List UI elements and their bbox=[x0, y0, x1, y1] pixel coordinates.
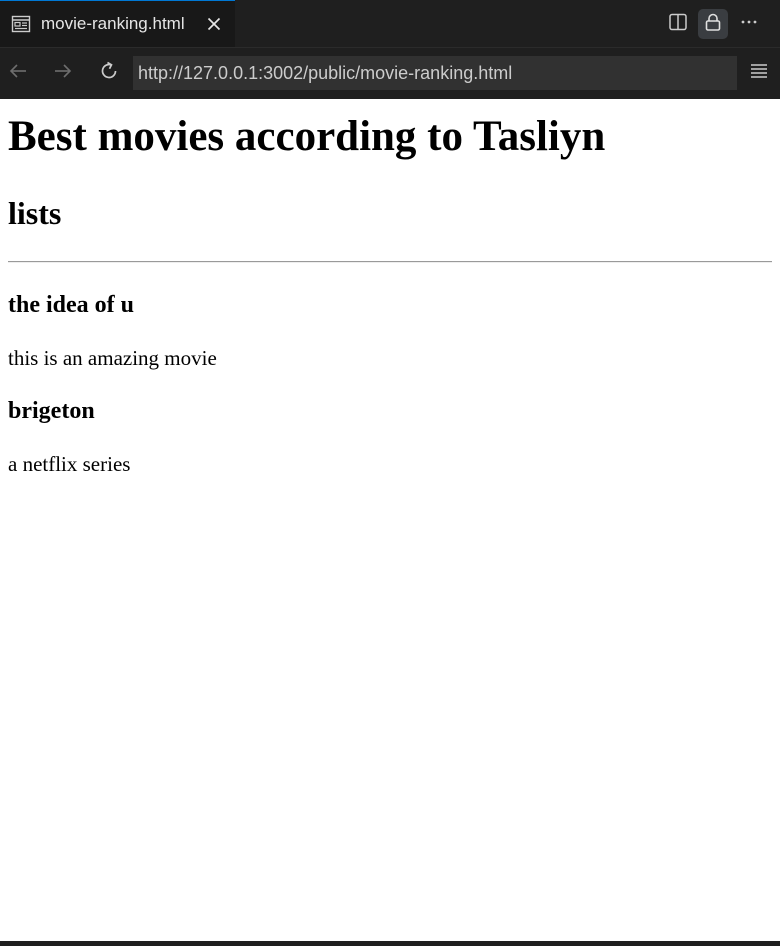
forward-button[interactable] bbox=[49, 59, 77, 87]
page-subtitle: lists bbox=[8, 195, 62, 231]
movie-description: this is an amazing movie bbox=[8, 346, 217, 370]
tab-movie-ranking[interactable]: movie-ranking.html bbox=[0, 0, 235, 47]
split-editor-icon bbox=[668, 12, 688, 37]
movie-name: the idea of u bbox=[8, 292, 134, 318]
movie-entry: the idea of u this is an amazing movie bbox=[8, 291, 772, 370]
navigation-bar: http://127.0.0.1:3002/public/movie-ranki… bbox=[0, 47, 780, 99]
more-actions-button[interactable] bbox=[734, 9, 764, 39]
address-bar[interactable]: http://127.0.0.1:3002/public/movie-ranki… bbox=[133, 56, 737, 90]
movie-description: a netflix series bbox=[8, 452, 131, 476]
more-icon bbox=[739, 12, 759, 37]
divider bbox=[8, 261, 772, 263]
movie-name: brigeton bbox=[8, 398, 95, 424]
bottom-edge bbox=[0, 941, 780, 946]
tab-bar: movie-ranking.html bbox=[0, 0, 780, 47]
reload-button[interactable] bbox=[95, 59, 123, 87]
movie-entry: brigeton a netflix series bbox=[8, 397, 772, 476]
hamburger-menu-icon bbox=[749, 61, 769, 86]
lock-icon bbox=[703, 12, 723, 37]
split-editor-button[interactable] bbox=[663, 9, 693, 39]
reload-icon bbox=[98, 60, 120, 87]
tab-title: movie-ranking.html bbox=[41, 14, 185, 33]
page-content: Best movies according to Tasliyn lists t… bbox=[0, 99, 780, 941]
arrow-left-icon bbox=[8, 61, 28, 86]
close-icon[interactable] bbox=[205, 15, 223, 33]
menu-button[interactable] bbox=[745, 59, 773, 87]
lock-button[interactable] bbox=[698, 9, 728, 39]
preview-icon bbox=[11, 14, 31, 34]
back-button[interactable] bbox=[4, 59, 32, 87]
page-title: Best movies according to Tasliyn bbox=[8, 113, 606, 160]
arrow-right-icon bbox=[53, 61, 73, 86]
